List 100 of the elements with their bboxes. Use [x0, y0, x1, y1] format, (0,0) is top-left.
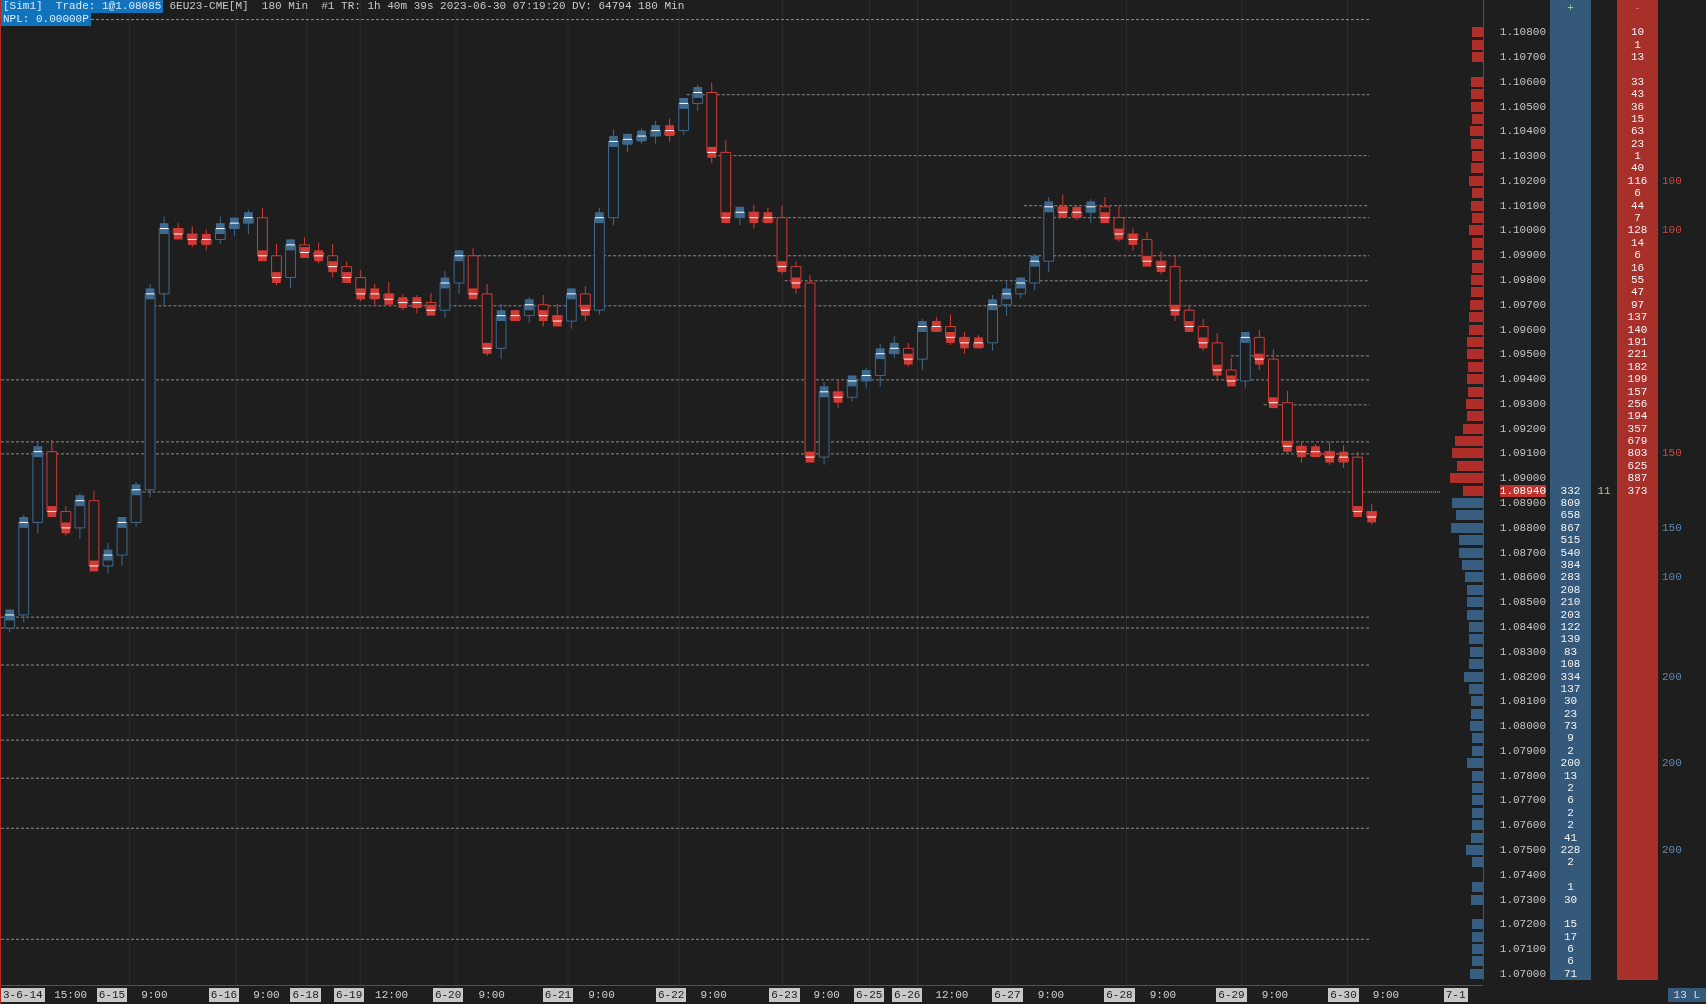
volume-bar [1463, 671, 1483, 682]
ask-size[interactable]: 1 [1634, 38, 1641, 51]
price-label: 1.08500 [1499, 596, 1546, 609]
ask-size[interactable]: 16 [1630, 261, 1645, 274]
time-label: 9:00 [587, 988, 616, 1002]
bid-size[interactable]: 228 [1560, 843, 1581, 856]
ask-size[interactable]: 357 [1627, 422, 1648, 435]
bid-size[interactable]: 13 [1563, 769, 1578, 782]
price-label: 1.08800 [1499, 521, 1546, 534]
bid-size[interactable]: 2 [1567, 744, 1574, 757]
bid-size[interactable]: 137 [1560, 682, 1581, 695]
bid-size[interactable]: 334 [1560, 670, 1581, 683]
ask-size[interactable]: 33 [1630, 75, 1645, 88]
volume-bar [1467, 758, 1483, 769]
ask-size[interactable]: 1 [1634, 150, 1641, 163]
ask-size[interactable]: 256 [1627, 397, 1648, 410]
ask-size[interactable]: 679 [1627, 435, 1648, 448]
bid-size[interactable]: 203 [1560, 608, 1581, 621]
bid-size[interactable]: 2 [1567, 856, 1574, 869]
bid-size[interactable]: 384 [1560, 559, 1581, 571]
bid-size[interactable]: 2 [1567, 806, 1574, 819]
bid-size[interactable]: 122 [1560, 620, 1581, 633]
ask-size[interactable]: 10 [1630, 26, 1645, 39]
bid-size[interactable]: 2 [1567, 782, 1574, 794]
bid-size[interactable]: 2 [1567, 819, 1574, 832]
ask-size[interactable]: 116 [1627, 174, 1648, 187]
npl-label: NPL: 0.00000P [1, 13, 91, 26]
time-label: 6-21 [542, 988, 574, 1002]
price-label: 1.10500 [1499, 100, 1546, 113]
ask-size[interactable]: 43 [1630, 88, 1645, 101]
bid-size[interactable]: 30 [1563, 695, 1578, 708]
volume-bar [1471, 745, 1483, 756]
bid-size[interactable]: 71 [1563, 967, 1578, 980]
price-label: 1.07900 [1499, 744, 1546, 757]
time-label: 6-18 [290, 988, 321, 1002]
time-label: 7-1 [1443, 988, 1468, 1002]
ask-size[interactable]: 55 [1630, 274, 1645, 286]
bid-size[interactable]: 283 [1560, 571, 1581, 584]
ask-size[interactable]: 625 [1627, 459, 1648, 472]
bid-size[interactable]: 210 [1560, 596, 1581, 609]
ask-size[interactable]: 44 [1630, 199, 1645, 212]
ask-size[interactable]: 13 [1630, 50, 1645, 63]
ask-size[interactable]: 887 [1627, 472, 1648, 485]
bid-size[interactable]: 200 [1560, 757, 1581, 770]
ask-size[interactable]: 137 [1627, 311, 1648, 324]
ask-size[interactable]: 23 [1630, 137, 1645, 150]
time-label: 9:00 [140, 988, 169, 1002]
bid-size[interactable]: 540 [1560, 546, 1581, 559]
price-label: 1.08100 [1499, 695, 1546, 708]
ask-size[interactable]: 6 [1634, 249, 1641, 262]
ask-size[interactable]: 157 [1627, 385, 1648, 398]
price-label: 1.08000 [1499, 720, 1546, 733]
ask-size[interactable]: 194 [1627, 410, 1648, 423]
ask-size[interactable]: 15 [1630, 112, 1645, 125]
bid-size[interactable]: 108 [1560, 658, 1581, 671]
bid-size[interactable]: 1 [1567, 881, 1574, 894]
ask-size[interactable]: 140 [1627, 323, 1648, 336]
bid-size[interactable]: 332 [1560, 484, 1581, 497]
ask-size[interactable]: 63 [1630, 125, 1645, 138]
ask-size[interactable]: 373 [1627, 484, 1648, 497]
volume-bar [1471, 931, 1483, 942]
bid-size[interactable]: 15 [1563, 918, 1578, 931]
bid-size[interactable]: 30 [1563, 893, 1578, 906]
bid-size[interactable]: 17 [1563, 930, 1578, 943]
bid-size[interactable]: 139 [1560, 633, 1581, 646]
ask-size[interactable]: 221 [1627, 348, 1648, 361]
ask-size[interactable]: 182 [1627, 360, 1648, 373]
bid-size[interactable]: 23 [1563, 707, 1578, 720]
ask-size[interactable]: 128 [1627, 224, 1648, 237]
ask-size[interactable]: 7 [1634, 212, 1641, 225]
price-label: 1.08600 [1499, 571, 1546, 584]
ask-size[interactable]: 803 [1627, 447, 1648, 460]
volume-bar [1470, 721, 1483, 732]
ask-size[interactable]: 97 [1630, 298, 1645, 311]
bid-header[interactable]: + [1567, 2, 1574, 14]
ask-size[interactable]: 47 [1630, 286, 1645, 299]
ask-size[interactable]: 14 [1630, 236, 1645, 249]
ask-size[interactable]: 40 [1630, 162, 1645, 175]
bid-size[interactable]: 658 [1560, 509, 1581, 522]
volume-bar [1471, 857, 1483, 868]
price-label: 1.08200 [1499, 670, 1546, 683]
volume-bar [1471, 708, 1483, 719]
ask-size[interactable]: 36 [1630, 100, 1645, 113]
volume-bar [1465, 572, 1483, 583]
bid-size[interactable]: 6 [1567, 943, 1574, 956]
bid-size[interactable]: 809 [1560, 497, 1581, 510]
ask-size[interactable]: 191 [1627, 335, 1648, 348]
time-label: 6-29 [1216, 988, 1247, 1002]
bid-size[interactable]: 9 [1567, 732, 1574, 745]
account-trade-label: [Sim1] Trade: 1@1.08085 [1, 0, 164, 13]
bid-size[interactable]: 6 [1567, 794, 1574, 807]
bid-size[interactable]: 208 [1560, 583, 1581, 596]
ask-size[interactable]: 199 [1627, 373, 1648, 386]
bid-size[interactable]: 867 [1560, 521, 1581, 534]
bid-size[interactable]: 83 [1563, 645, 1578, 658]
bid-size[interactable]: 6 [1567, 955, 1574, 968]
ask-size[interactable]: 6 [1634, 187, 1641, 200]
bid-size[interactable]: 41 [1563, 831, 1578, 844]
bid-size[interactable]: 515 [1560, 534, 1581, 547]
bid-size[interactable]: 73 [1563, 720, 1578, 733]
